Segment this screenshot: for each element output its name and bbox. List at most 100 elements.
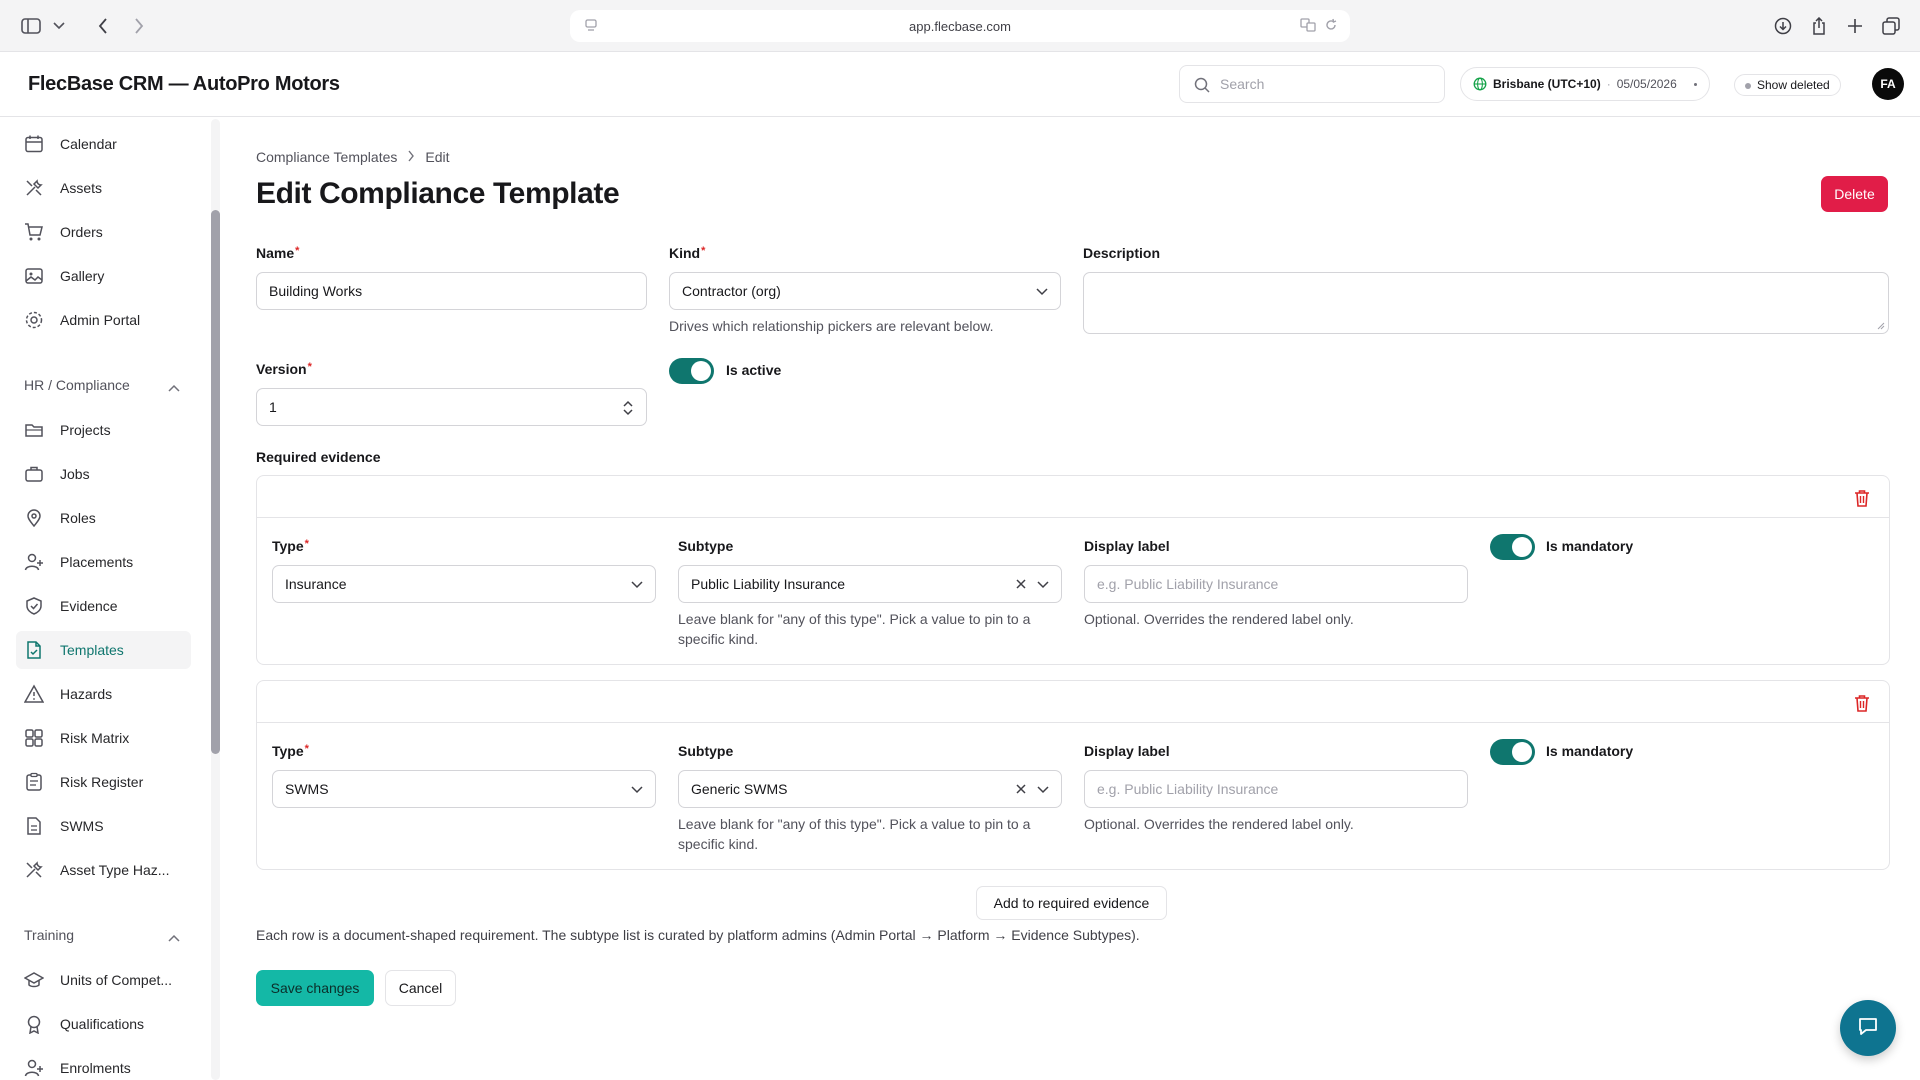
sidebar-item-qualifications[interactable]: Qualifications	[16, 1005, 191, 1043]
sidebar-item-hazards[interactable]: Hazards	[16, 675, 191, 713]
chevron-down-icon	[1037, 782, 1049, 799]
sidebar-item-enrolments[interactable]: Enrolments	[16, 1049, 191, 1080]
sidebar-item-label: Orders	[60, 224, 103, 240]
url-text: app.flecbase.com	[909, 18, 1011, 34]
sidebar-item-label: Asset Type Haz...	[60, 862, 170, 878]
document-icon	[24, 816, 44, 839]
translate-icon[interactable]	[1300, 18, 1316, 35]
evidence-row-card: Type* SWMS Subtype Generic SWMS Leave bl…	[256, 680, 1890, 870]
sidebar-item-placements[interactable]: Placements	[16, 543, 191, 581]
is-mandatory-toggle[interactable]	[1490, 739, 1535, 765]
version-stepper[interactable]: 1	[256, 388, 647, 426]
sidebar-group-hr-compliance[interactable]: HR / Compliance	[24, 373, 184, 397]
description-textarea[interactable]	[1083, 272, 1889, 334]
sidebar-item-gallery[interactable]: Gallery	[16, 257, 191, 295]
new-tab-icon[interactable]	[1842, 13, 1868, 39]
timezone-name: Brisbane (UTC+10)	[1493, 77, 1601, 91]
download-icon[interactable]	[1770, 13, 1796, 39]
back-icon[interactable]	[90, 13, 116, 39]
trash-icon[interactable]	[1854, 694, 1870, 717]
trash-icon[interactable]	[1854, 489, 1870, 512]
browser-toolbar: app.flecbase.com	[0, 0, 1920, 52]
search-input[interactable]: Search	[1179, 65, 1445, 103]
show-deleted-toggle[interactable]: Show deleted	[1734, 74, 1841, 96]
save-button[interactable]: Save changes	[256, 970, 374, 1006]
chevron-right-icon	[407, 149, 415, 165]
sidebar-item-label: Units of Compet...	[60, 972, 173, 988]
tabs-overview-icon[interactable]	[1878, 13, 1904, 39]
is-active-toggle[interactable]	[669, 358, 714, 384]
sidebar-item-risk-matrix[interactable]: Risk Matrix	[16, 719, 191, 757]
display-label-help: Optional. Overrides the rendered label o…	[1084, 816, 1354, 832]
type-select[interactable]: Insurance	[272, 565, 656, 603]
sidebar-item-projects[interactable]: Projects	[16, 411, 191, 449]
chevron-down-icon[interactable]	[46, 13, 72, 39]
subtype-value: Generic SWMS	[691, 781, 788, 797]
sidebar-item-orders[interactable]: Orders	[16, 213, 191, 251]
subtype-label: Subtype	[678, 538, 734, 554]
display-label-input[interactable]: e.g. Public Liability Insurance	[1084, 565, 1468, 603]
page-title: Edit Compliance Template	[256, 177, 620, 210]
close-icon[interactable]	[1015, 577, 1027, 594]
menu-dot-icon	[1694, 83, 1697, 86]
sidebar-item-calendar[interactable]: Calendar	[16, 125, 191, 163]
sidebar-item-templates[interactable]: Templates	[16, 631, 191, 669]
sidebar-group-label: Training	[24, 927, 75, 943]
sidebar-toggle-icon[interactable]	[18, 13, 44, 39]
chevron-down-icon	[631, 782, 643, 799]
type-label: Type*	[272, 538, 309, 554]
sidebar-group-training[interactable]: Training	[24, 923, 184, 947]
share-icon[interactable]	[1806, 13, 1832, 39]
avatar[interactable]: FA	[1872, 68, 1904, 100]
search-icon	[1194, 77, 1210, 96]
delete-button[interactable]: Delete	[1821, 176, 1888, 212]
address-bar[interactable]: app.flecbase.com	[570, 10, 1350, 42]
sidebar-item-label: Enrolments	[60, 1060, 131, 1076]
forward-icon[interactable]	[126, 13, 152, 39]
type-label-text: Type	[272, 743, 304, 759]
user-plus-icon	[24, 552, 44, 575]
subtype-select[interactable]: Generic SWMS	[678, 770, 1062, 808]
kind-select[interactable]: Contractor (org)	[669, 272, 1061, 310]
sidebar-scrollbar-thumb[interactable]	[211, 210, 220, 754]
sidebar-item-roles[interactable]: Roles	[16, 499, 191, 537]
timezone-selector[interactable]: Brisbane (UTC+10) · 05/05/2026	[1460, 67, 1710, 101]
subtype-help-line: Leave blank for "any of this type". Pick…	[678, 611, 1031, 627]
add-evidence-button[interactable]: Add to required evidence	[976, 886, 1167, 920]
chat-button[interactable]	[1840, 1000, 1896, 1056]
sidebar-item-risk-register[interactable]: Risk Register	[16, 763, 191, 801]
close-icon[interactable]	[1015, 782, 1027, 799]
chevron-down-icon	[1036, 284, 1048, 301]
sidebar-item-label: Admin Portal	[60, 312, 141, 328]
briefcase-icon	[24, 464, 44, 487]
sidebar-item-evidence[interactable]: Evidence	[16, 587, 191, 625]
required-asterisk: *	[307, 361, 312, 373]
type-select[interactable]: SWMS	[272, 770, 656, 808]
required-evidence-heading: Required evidence	[256, 449, 381, 465]
chevron-up-icon	[168, 379, 180, 395]
is-active-label: Is active	[726, 362, 782, 378]
cart-icon	[24, 222, 44, 245]
is-mandatory-toggle[interactable]	[1490, 534, 1535, 560]
resize-handle-icon[interactable]	[1877, 322, 1885, 330]
evidence-footnote: Each row is a document-shaped requiremen…	[256, 927, 1140, 943]
sidebar-item-asset-type-hazards[interactable]: Asset Type Haz...	[16, 851, 191, 889]
reload-icon[interactable]	[1324, 18, 1338, 35]
sidebar-item-jobs[interactable]: Jobs	[16, 455, 191, 493]
sidebar-item-swms[interactable]: SWMS	[16, 807, 191, 845]
show-deleted-label: Show deleted	[1757, 78, 1830, 92]
sidebar-item-label: Evidence	[60, 598, 118, 614]
name-input[interactable]: Building Works	[256, 272, 647, 310]
sidebar-item-assets[interactable]: Assets	[16, 169, 191, 207]
sidebar-item-admin-portal[interactable]: Admin Portal	[16, 301, 191, 339]
cancel-button[interactable]: Cancel	[385, 970, 456, 1006]
breadcrumb-link[interactable]: Compliance Templates	[256, 149, 397, 165]
sidebar-item-label: Jobs	[60, 466, 90, 482]
stepper-arrows-icon[interactable]	[622, 400, 634, 419]
sidebar-item-label: Roles	[60, 510, 96, 526]
description-label: Description	[1083, 245, 1161, 261]
subtype-select[interactable]: Public Liability Insurance	[678, 565, 1062, 603]
display-label-input[interactable]: e.g. Public Liability Insurance	[1084, 770, 1468, 808]
page-settings-icon[interactable]	[584, 18, 598, 35]
sidebar-item-units-of-competency[interactable]: Units of Compet...	[16, 961, 191, 999]
